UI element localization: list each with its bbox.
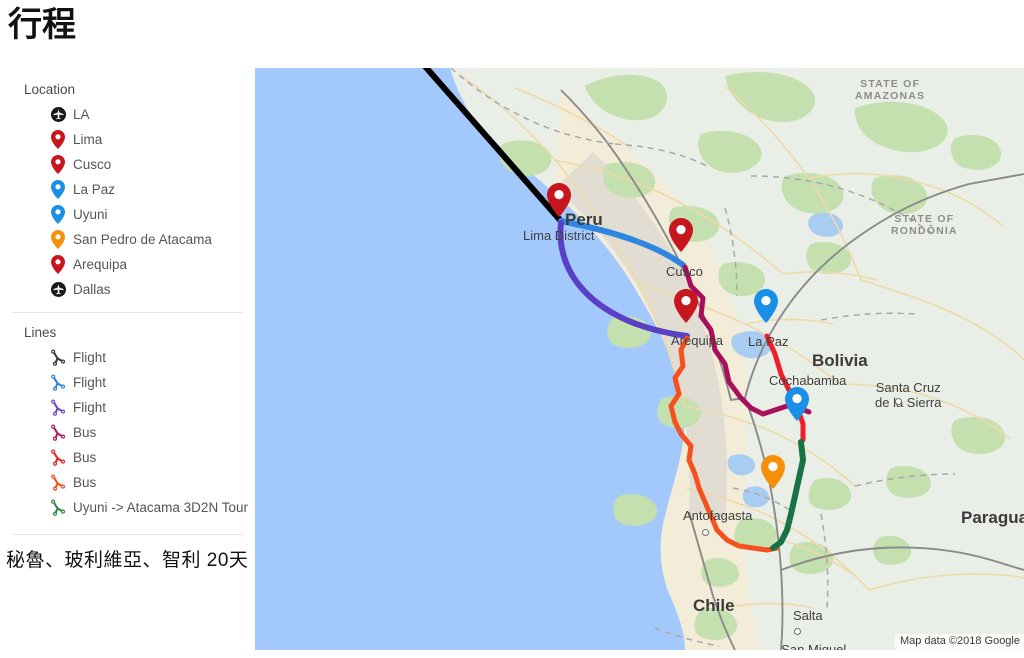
legend-location-label: LA (73, 106, 90, 122)
map-canvas[interactable]: STATE OF AMAZONAS STATE OF RONDÔNIA Peru Boli… (255, 68, 1024, 650)
legend-line-label: Flight (73, 374, 107, 390)
map-pin-icon (48, 255, 68, 275)
legend-location-label: Cusco (73, 156, 112, 172)
polyline-icon (51, 349, 66, 366)
map-pin-icon (761, 455, 785, 489)
airplane-circle-icon (48, 280, 68, 300)
map-pin-icon (51, 205, 65, 224)
map-pin-icon (51, 130, 65, 149)
city-dot (702, 529, 709, 536)
location-legend-header: Location (24, 82, 76, 97)
map-marker-arequipa[interactable] (674, 289, 698, 323)
map-base-svg (255, 68, 1024, 650)
polyline-icon (48, 373, 68, 393)
airplane-circle-icon (50, 107, 66, 122)
map-pin-icon (754, 289, 778, 323)
legend-bottom-divider (12, 534, 243, 535)
lines-legend-section: Lines Flight Flight Flight Bus Bus Bus Uyuni -… (0, 313, 255, 526)
legend-line-item[interactable]: Flight (0, 370, 255, 395)
legend-location-item[interactable]: Cusco (0, 152, 255, 177)
polyline-icon (51, 474, 66, 491)
map-marker-uyuni[interactable] (785, 387, 809, 421)
map-attribution: Map data ©2018 Google (894, 634, 1024, 650)
map-marker-lima[interactable] (547, 183, 571, 217)
lines-legend-list: Flight Flight Flight Bus Bus Bus Uyuni -> Atac… (0, 345, 255, 520)
legend-location-label: San Pedro de Atacama (73, 231, 212, 247)
city-dot (794, 628, 801, 635)
polyline-icon (48, 473, 68, 493)
page-title: 行程 (8, 6, 76, 44)
legend-line-label: Bus (73, 449, 97, 465)
polyline-icon (51, 399, 66, 416)
polyline-icon (48, 423, 68, 443)
polyline-icon (51, 449, 66, 466)
map-pin-icon (674, 289, 698, 323)
polyline-icon (48, 448, 68, 468)
map-pin-icon (48, 180, 68, 200)
itinerary-page: 行程 Location LA Lima Cusco La Paz Uyuni San Pe… (0, 0, 1024, 658)
location-legend-section: Location LA Lima Cusco La Paz Uyuni San Pedro… (0, 70, 255, 308)
polyline-icon (48, 398, 68, 418)
map-pin-icon (48, 205, 68, 225)
legend-location-item[interactable]: Lima (0, 127, 255, 152)
legend-line-item[interactable]: Bus (0, 470, 255, 495)
legend-location-label: Lima (73, 131, 103, 147)
legend-line-label: Flight (73, 349, 107, 365)
legend-location-label: Uyuni (73, 206, 108, 222)
legend-line-item[interactable]: Flight (0, 345, 255, 370)
polyline-icon (48, 498, 68, 518)
legend-location-label: Arequipa (73, 256, 128, 272)
map-pin-icon (51, 255, 65, 274)
legend-line-label: Uyuni -> Atacama 3D2N Tour (73, 499, 248, 515)
map-pin-icon (669, 218, 693, 252)
map-pin-icon (48, 130, 68, 150)
map-pin-icon (51, 230, 65, 249)
airplane-circle-icon (48, 105, 68, 125)
map-pin-icon (547, 183, 571, 217)
trip-caption: 秘魯、玻利維亞、智利 20天 (6, 550, 249, 571)
legend-line-label: Bus (73, 474, 97, 490)
legend-sidebar: Location LA Lima Cusco La Paz Uyuni San Pedro… (0, 70, 255, 535)
polyline-icon (51, 424, 66, 441)
legend-location-label: Dallas (73, 281, 111, 297)
legend-line-item[interactable]: Uyuni -> Atacama 3D2N Tour (0, 495, 255, 520)
map-marker-atacama[interactable] (761, 455, 785, 489)
legend-line-label: Bus (73, 424, 97, 440)
legend-location-item[interactable]: LA (0, 102, 255, 127)
legend-location-item[interactable]: San Pedro de Atacama (0, 227, 255, 252)
location-legend-list: LA Lima Cusco La Paz Uyuni San Pedro de Ataca… (0, 102, 255, 302)
legend-line-item[interactable]: Flight (0, 395, 255, 420)
legend-line-item[interactable]: Bus (0, 420, 255, 445)
map-marker-lapaz[interactable] (754, 289, 778, 323)
lines-legend-header: Lines (24, 325, 57, 340)
map-pin-icon (48, 155, 68, 175)
legend-location-item[interactable]: La Paz (0, 177, 255, 202)
polyline-icon (51, 499, 66, 516)
map-pin-icon (48, 230, 68, 250)
map-pin-icon (785, 387, 809, 421)
polyline-icon (51, 374, 66, 391)
airplane-circle-icon (50, 282, 66, 297)
legend-location-item[interactable]: Arequipa (0, 252, 255, 277)
city-dot (895, 398, 902, 405)
legend-location-label: La Paz (73, 181, 116, 197)
legend-line-item[interactable]: Bus (0, 445, 255, 470)
map-pin-icon (51, 155, 65, 174)
map-pin-icon (51, 180, 65, 199)
legend-location-item[interactable]: Uyuni (0, 202, 255, 227)
legend-location-item[interactable]: Dallas (0, 277, 255, 302)
map-marker-cusco[interactable] (669, 218, 693, 252)
polyline-icon (48, 348, 68, 368)
legend-line-label: Flight (73, 399, 107, 415)
